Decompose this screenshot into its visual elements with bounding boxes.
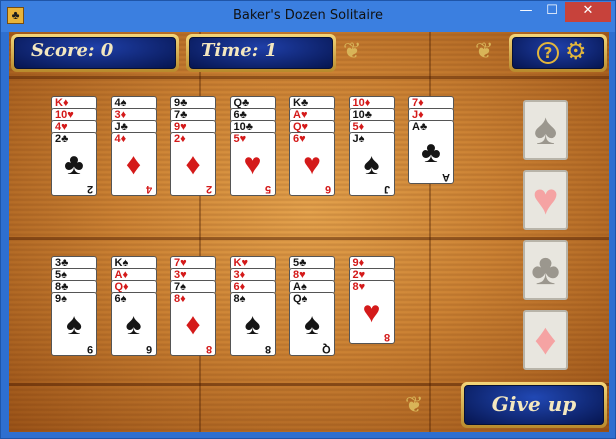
card-suit-pip: ♠	[125, 308, 142, 341]
card-rank: 6♥	[293, 133, 306, 145]
plank-divider	[429, 32, 431, 432]
gear-icon[interactable]: ⚙	[565, 40, 587, 64]
card-suit-pip: ♠	[66, 308, 82, 341]
time-display: Time: 1	[201, 40, 278, 61]
playing-card[interactable]: 6♥ ♥ 6	[289, 132, 335, 196]
ornament-icon: ❦	[475, 38, 494, 63]
card-rank-bottom: Q	[322, 343, 331, 355]
give-up-button[interactable]: Give up	[461, 392, 607, 416]
game-board: Score: 0 Time: 1 ❦ ❦ ? ⚙ K♦ 10♥ 4♥ 2♣ ♣ 2 4♠ 3♦…	[9, 32, 609, 432]
card-suit-pip: ♥	[362, 296, 381, 329]
card-rank: A♣	[412, 121, 428, 133]
card-rank: 4♦	[114, 133, 127, 145]
card-rank-bottom: 6	[324, 183, 331, 195]
card-suit-pip: ♦	[125, 148, 142, 181]
playing-card[interactable]: 2♦ ♦ 2	[170, 132, 216, 196]
card-rank-bottom: 4	[146, 183, 153, 195]
card-rank-bottom: 8	[384, 331, 391, 343]
card-suit-pip: ♦	[185, 308, 201, 341]
foundation-slot[interactable]: ♦	[523, 310, 568, 370]
plank-divider	[9, 237, 609, 240]
playing-card[interactable]: J♠ ♠ J	[348, 132, 395, 196]
foundation-slot[interactable]: ♣	[523, 240, 568, 300]
card-rank: Q♠	[293, 293, 308, 305]
plank-divider	[199, 32, 201, 432]
card-rank: 8♥	[352, 281, 366, 293]
card-suit-pip: ♠	[304, 308, 320, 341]
card-rank: 8♠	[233, 293, 246, 305]
ornament-icon: ❦	[405, 392, 424, 417]
card-suit-pip: ♣	[421, 136, 441, 169]
card-suit-pip: ♦	[185, 148, 201, 181]
card-rank-bottom: 6	[146, 343, 153, 355]
playing-card[interactable]: 8♦ ♦ 8	[170, 292, 216, 356]
card-rank: 2♦	[174, 133, 186, 145]
card-suit-pip: ♣	[64, 148, 84, 181]
foundation-slot[interactable]: ♠	[523, 100, 568, 160]
card-rank: 8♦	[174, 293, 186, 305]
score-display: Score: 0	[31, 40, 114, 61]
playing-card[interactable]: A♣ ♣ A	[408, 120, 454, 184]
card-rank-bottom: 8	[265, 343, 272, 355]
foundation-slot[interactable]: ♥	[523, 170, 568, 230]
close-button[interactable]: ✕	[565, 2, 611, 22]
card-suit-pip: ♠	[363, 148, 380, 181]
playing-card[interactable]: Q♠ ♠ Q	[289, 292, 335, 356]
card-rank: 9♠	[55, 293, 67, 305]
playing-card[interactable]: 8♥ ♥ 8	[348, 280, 395, 344]
minimize-button[interactable]: —	[513, 2, 539, 22]
ornament-icon: ❦	[343, 38, 362, 63]
card-rank-bottom: 2	[86, 183, 93, 195]
card-rank: J♠	[352, 133, 365, 145]
help-button[interactable]: ?	[537, 42, 559, 64]
playing-card[interactable]: 5♥ ♥ 5	[229, 132, 276, 196]
card-rank-bottom: J	[384, 183, 391, 195]
playing-card[interactable]: 8♠ ♠ 8	[229, 292, 276, 356]
card-rank-bottom: 8	[205, 343, 212, 355]
playing-card[interactable]: 6♠ ♠ 6	[110, 292, 157, 356]
plank-divider	[9, 76, 609, 79]
card-suit-pip: ♥	[303, 148, 321, 181]
card-rank-bottom: 2	[205, 183, 212, 195]
card-rank-bottom: A	[442, 171, 450, 183]
maximize-button[interactable]: ☐	[539, 2, 565, 22]
card-suit-pip: ♥	[243, 148, 262, 181]
playing-card[interactable]: 4♦ ♦ 4	[110, 132, 157, 196]
card-rank: 5♥	[233, 133, 247, 145]
game-window: ♣ Baker's Dozen Solitaire — ☐ ✕ Score: 0…	[0, 0, 616, 439]
playing-card[interactable]: 9♠ ♠ 9	[51, 292, 97, 356]
card-suit-pip: ♠	[244, 308, 261, 341]
card-rank-bottom: 9	[86, 343, 93, 355]
card-rank: 6♠	[114, 293, 127, 305]
title-bar[interactable]: ♣ Baker's Dozen Solitaire — ☐ ✕	[1, 1, 615, 32]
card-rank-bottom: 5	[265, 183, 272, 195]
card-rank: 2♣	[55, 133, 69, 145]
playing-card[interactable]: 2♣ ♣ 2	[51, 132, 97, 196]
